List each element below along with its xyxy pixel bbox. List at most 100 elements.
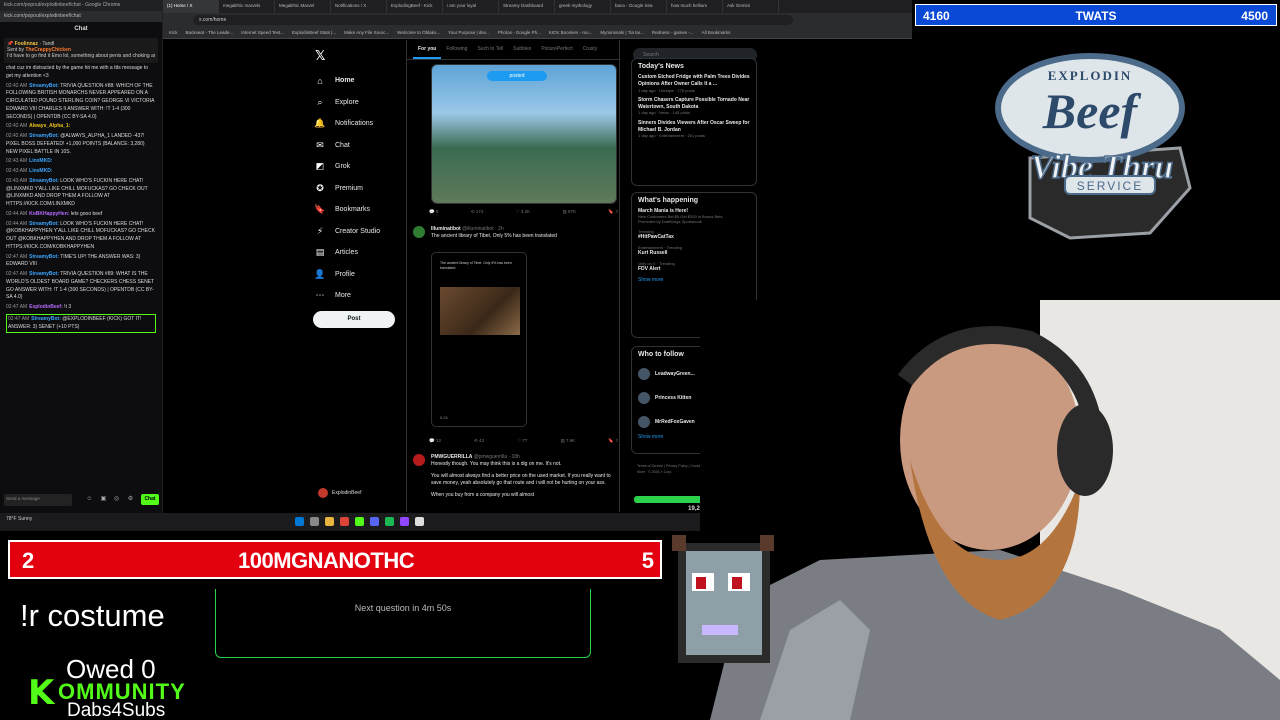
browser-tab[interactable]: greek mythology [555, 0, 611, 13]
chat-url-bar[interactable]: kick.com/popout/explodinbeef/chat [0, 11, 162, 22]
browser-tab[interactable]: baca - Google Sea [611, 0, 667, 13]
account-switcher[interactable]: ExplodinBeef [318, 488, 361, 498]
repost-button[interactable]: ⟲ 174 [471, 209, 484, 215]
like-button[interactable]: ♡ 77 [517, 438, 527, 444]
reply-button[interactable]: 💬 9 [429, 209, 438, 215]
message-user[interactable]: LinxMKD: [29, 158, 52, 164]
feed-tab[interactable]: Following [441, 40, 472, 59]
bookmark-item[interactable]: ExplodinBeef Stats |... [292, 30, 336, 35]
avatar[interactable] [638, 392, 650, 404]
windows-start-icon[interactable] [295, 517, 304, 526]
bookmark-item[interactable]: Your Purpose | dex... [448, 30, 490, 35]
chrome-icon[interactable] [340, 517, 349, 526]
bookmark-item[interactable]: Internet Speed Test... [241, 30, 284, 35]
message-user[interactable]: Always_Alpha_1: [29, 123, 70, 129]
bookmark-item[interactable]: All Bookmarks [702, 30, 731, 35]
avatar[interactable] [638, 368, 650, 380]
nav-item-articles[interactable]: ▤ Articles [313, 242, 380, 264]
message-user[interactable]: LinxMKD: [29, 168, 52, 174]
trend-item[interactable]: Trending #HitPawCatTax [638, 229, 750, 240]
message-user[interactable]: ExplodinBeef: [29, 304, 63, 310]
views-button[interactable]: ▥ 87K [562, 209, 576, 215]
message-user[interactable]: StreamyBot: [29, 83, 59, 89]
quoted-post[interactable]: The ancient library of Tibet. Only 5% ha… [431, 252, 527, 427]
feed-tab[interactable]: Subbies [508, 40, 536, 59]
news-item[interactable]: Sinners Divides Viewers After Oscar Swee… [638, 120, 750, 139]
message-user[interactable]: StreamyBot: [29, 221, 59, 227]
address-bar[interactable]: x.com/home [163, 13, 912, 27]
reply-button[interactable]: 💬 13 [429, 438, 441, 444]
message-user[interactable]: StreamyBot: [29, 133, 59, 139]
nav-item-more[interactable]: ⋯ More [313, 285, 380, 307]
bookmark-item[interactable]: KICK Boomies - roo... [549, 30, 593, 35]
like-button[interactable]: ♡ 3.2K [516, 209, 531, 215]
browser-tab[interactable]: Notifications / X [331, 0, 387, 13]
avatar[interactable] [638, 416, 650, 428]
nav-item-notifications[interactable]: 🔔 Notifications [313, 113, 380, 135]
browser-tab[interactable]: i am your loyal [443, 0, 499, 13]
feed-tab[interactable]: Such to Tell [472, 40, 508, 59]
share-icon[interactable]: ⇪ [615, 438, 619, 443]
bookmark-share-buttons[interactable]: 🔖 ⇪ [608, 438, 619, 444]
chat-send-button[interactable]: Chat [141, 494, 159, 505]
feed-tab[interactable]: Crusty [578, 40, 602, 59]
quoted-image[interactable] [440, 287, 520, 335]
points-icon[interactable]: ◎ [113, 496, 120, 503]
nav-item-profile[interactable]: 👤 Profile [313, 264, 380, 286]
message-user[interactable]: StreamyBot: [29, 254, 59, 260]
nav-item-grok[interactable]: ◩ Grok [313, 156, 380, 178]
file-explorer-icon[interactable] [325, 517, 334, 526]
emote-icon[interactable]: ☺ [86, 496, 93, 503]
post-author[interactable]: Illuminatibot [431, 226, 461, 232]
settings-icon[interactable]: ⚙ [127, 496, 134, 503]
spotify-icon[interactable] [385, 517, 394, 526]
nav-item-home[interactable]: ⌂ Home [313, 70, 380, 92]
browser-tab[interactable]: (1) Home / X [163, 0, 219, 13]
nav-item-chat[interactable]: ✉ Chat [313, 135, 380, 157]
trend-item[interactable]: Only on X · Trending FDV Alert [638, 261, 750, 272]
nav-item-bookmarks[interactable]: 🔖 Bookmarks [313, 199, 380, 221]
news-item[interactable]: Storm Chasers Capture Possible Tornado N… [638, 97, 750, 116]
message-user[interactable]: StreamyBot: [29, 271, 59, 277]
browser-tab[interactable]: how much hellium [667, 0, 723, 13]
news-item[interactable]: Custom Etched Fridge with Palm Trees Div… [638, 74, 750, 93]
kick-icon[interactable] [355, 517, 364, 526]
posted-pill[interactable]: posted [487, 71, 547, 81]
obs-icon[interactable] [415, 517, 424, 526]
browser-tab[interactable]: megalithic marvels [219, 0, 275, 13]
avatar[interactable] [413, 226, 425, 238]
x-logo-icon[interactable]: 𝕏 [315, 48, 325, 64]
message-user[interactable]: KoBKHappyHen: [29, 211, 69, 217]
weather-widget[interactable]: 78°F Sunny [6, 516, 32, 522]
discord-icon[interactable] [370, 517, 379, 526]
bookmark-item[interactable]: Myminimals | Tia tar... [600, 30, 643, 35]
bookmark-item[interactable]: Welcome to Oblako... [397, 30, 440, 35]
share-icon[interactable]: ⇪ [615, 209, 619, 214]
post-image[interactable] [431, 64, 617, 204]
bookmark-item[interactable]: Redness - games -... [652, 30, 694, 35]
bookmark-share-buttons[interactable]: 🔖 ⇪ [608, 209, 619, 215]
bookmark-item[interactable]: Make Any File Sourc... [344, 30, 389, 35]
message-user[interactable]: StreamyBot: [29, 178, 59, 184]
post-button[interactable]: Post [313, 311, 395, 328]
nav-item-premium[interactable]: ✪ Premium [313, 178, 380, 200]
repost-button[interactable]: ⟲ 43 [474, 438, 484, 444]
search-icon[interactable] [310, 517, 319, 526]
show-more-link[interactable]: Show more [638, 277, 750, 283]
avatar[interactable] [413, 454, 425, 466]
views-button[interactable]: ▥ 7.9K [560, 438, 575, 444]
feed-tab[interactable]: PicturePerfect [536, 40, 577, 59]
browser-tab[interactable]: Streamy Dashboard [499, 0, 555, 13]
bookmark-item[interactable]: Photos - Google Ph... [498, 30, 541, 35]
message-user[interactable]: StreamyBot: [31, 316, 61, 322]
url-text[interactable]: x.com/home [193, 15, 793, 25]
nav-item-explore[interactable]: ⌕ Explore [313, 92, 380, 114]
browser-tab[interactable]: ExplodingBeef - Kick [387, 0, 443, 13]
browser-tab[interactable]: Ask Gemini [723, 0, 779, 13]
bookmark-item[interactable]: Kick [169, 30, 178, 35]
gift-icon[interactable]: ▣ [100, 496, 107, 503]
bookmark-item[interactable]: Backseat - The Leade... [186, 30, 234, 35]
app-icon[interactable] [400, 517, 409, 526]
chat-input[interactable]: Send a message [4, 494, 72, 506]
trend-item[interactable]: March Mania is Here! New Customers Bet $5… [638, 208, 750, 224]
